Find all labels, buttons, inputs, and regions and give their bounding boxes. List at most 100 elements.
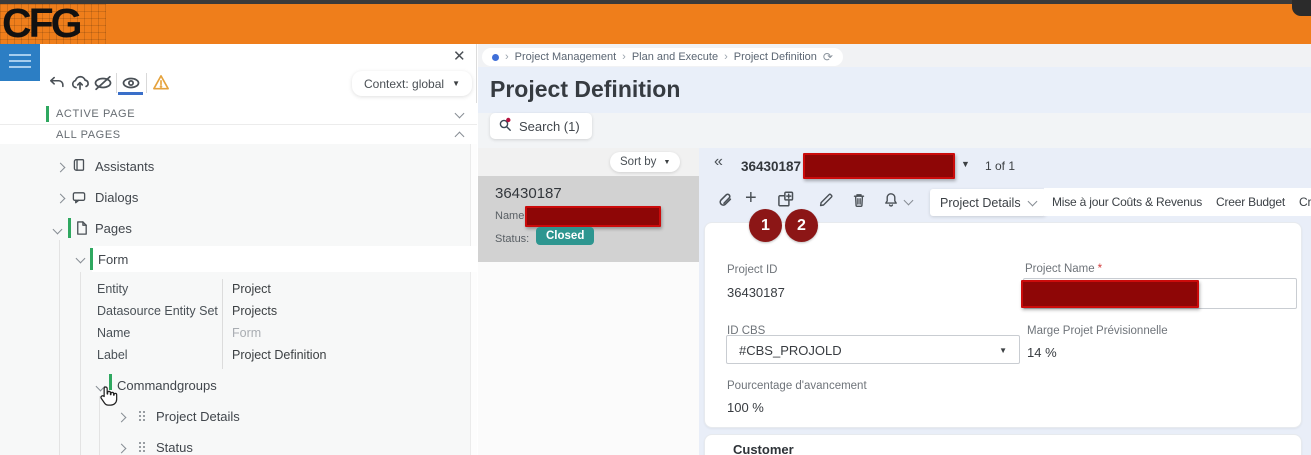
all-pages-label: ALL PAGES: [56, 129, 121, 141]
record-pager: 1 of 1: [985, 159, 1016, 173]
menu-icon: [9, 54, 31, 56]
caret-down-icon: ▼: [452, 79, 460, 88]
chevron-down-icon[interactable]: [454, 108, 465, 119]
active-page-row[interactable]: ACTIVE PAGE: [0, 103, 477, 125]
chevron-up-icon[interactable]: [454, 131, 465, 142]
home-dot-icon[interactable]: [492, 53, 499, 61]
copy-add-icon[interactable]: [777, 191, 794, 213]
attachment-icon[interactable]: [716, 192, 734, 215]
project-id-label: Project ID: [727, 264, 778, 276]
chevron-down-icon: [1027, 196, 1038, 206]
form-accent: [90, 248, 93, 270]
all-pages-row[interactable]: ALL PAGES: [0, 125, 477, 145]
close-icon[interactable]: ✕: [453, 47, 466, 65]
property-name: Datasource Entity Set: [97, 304, 218, 318]
window-corner-widget: [1292, 0, 1311, 16]
active-page-accent: [46, 106, 49, 122]
list-item-id: 36430187: [495, 185, 562, 202]
property-divider: [222, 279, 223, 369]
redaction-box: [525, 206, 661, 227]
property-value[interactable]: Project Definition: [232, 348, 327, 362]
status-badge: Closed: [536, 227, 595, 245]
eye-icon[interactable]: [121, 75, 141, 91]
collapse-panel-icon[interactable]: «: [714, 153, 723, 171]
avancement-value: 100 %: [727, 400, 764, 415]
cfg-logo: CFG: [0, 3, 106, 44]
app-header-bar: [0, 4, 1311, 44]
active-page-label: ACTIVE PAGE: [56, 108, 136, 120]
delete-icon[interactable]: [851, 192, 867, 213]
record-dropdown-icon[interactable]: ▼: [961, 159, 970, 169]
tree-guide-line: [59, 240, 60, 455]
document-icon: [74, 220, 89, 241]
action-link[interactable]: Mise à jour Coûts & Revenus: [1052, 195, 1202, 209]
context-selector[interactable]: Context: global ▼: [352, 71, 472, 96]
search-band: [478, 113, 1311, 148]
sort-by-button[interactable]: Sort by ▼: [610, 152, 681, 172]
tree-item-dialogs[interactable]: Dialogs: [95, 190, 138, 205]
search-button[interactable]: Search (1): [490, 113, 592, 139]
property-name: Entity: [97, 282, 129, 296]
avancement-label: Pourcentage d'avancement: [727, 380, 867, 392]
required-marker: *: [1097, 263, 1103, 275]
customer-section-title: Customer: [733, 442, 794, 455]
toolbar-divider: [146, 73, 147, 93]
breadcrumb-item[interactable]: Project Definition: [734, 51, 817, 63]
customer-section-card: Customer: [704, 434, 1302, 455]
tree-item-assistants[interactable]: Assistants: [95, 159, 154, 174]
tree-item-commandgroups[interactable]: Commandgroups: [117, 378, 217, 393]
property-value[interactable]: Project: [232, 282, 271, 296]
list-item-status-label: Status:: [495, 233, 530, 245]
add-icon[interactable]: +: [745, 187, 757, 210]
breadcrumb-separator: ›: [505, 51, 509, 63]
book-icon: [71, 158, 87, 178]
project-name-label: Project Name *: [1025, 263, 1103, 275]
drag-handle-icon[interactable]: [136, 409, 148, 428]
tree-scrollbar[interactable]: [470, 144, 477, 455]
action-link[interactable]: Creer Budget: [1216, 195, 1285, 209]
property-value[interactable]: Form: [232, 326, 261, 340]
id-cbs-value: #CBS_PROJOLD: [739, 343, 842, 358]
eye-off-icon[interactable]: [93, 75, 113, 91]
redaction-box: [1021, 280, 1199, 308]
refresh-icon[interactable]: ⟳: [823, 50, 833, 64]
drag-handle-icon[interactable]: [136, 440, 148, 455]
record-id: 36430187: [741, 159, 802, 174]
record-list-panel: Sort by ▼ 36430187 Name: Status: Closed: [478, 148, 699, 455]
marge-value: 14 %: [1027, 345, 1057, 360]
project-details-dropdown-button[interactable]: Project Details: [930, 189, 1046, 216]
property-value[interactable]: Projects: [232, 304, 277, 318]
search-icon: [498, 117, 514, 136]
breadcrumb-item[interactable]: Project Management: [515, 51, 617, 63]
property-name: Name: [97, 326, 131, 340]
action-link[interactable]: Cre: [1299, 195, 1311, 209]
project-details-label: Project Details: [940, 195, 1021, 210]
tree-guide-line: [80, 272, 81, 455]
id-cbs-combobox[interactable]: #CBS_PROJOLD ▼: [726, 335, 1020, 364]
tree-item-status[interactable]: Status: [156, 440, 193, 455]
list-item-name-label: Name:: [495, 210, 528, 222]
page-title: Project Definition: [490, 76, 681, 102]
breadcrumb-separator: ›: [622, 51, 626, 63]
speech-bubble-icon: [71, 190, 87, 210]
undo-icon[interactable]: [48, 74, 66, 92]
menu-button[interactable]: [0, 44, 40, 81]
breadcrumb-item[interactable]: Plan and Execute: [632, 51, 718, 63]
edit-icon[interactable]: [818, 192, 834, 213]
hand-cursor-icon: [97, 384, 119, 414]
project-form-card: Project ID 36430187 Project Name * ID CBS…: [704, 222, 1302, 428]
cloud-upload-icon[interactable]: [70, 73, 90, 92]
list-item-selected[interactable]: 36430187 Name: Status: Closed: [478, 176, 699, 262]
notification-bell-icon[interactable]: [883, 192, 899, 213]
tree-item-form-row[interactable]: [92, 246, 477, 272]
tree-item-project-details[interactable]: Project Details: [156, 409, 240, 424]
search-button-label: Search (1): [519, 118, 580, 134]
warning-icon[interactable]: [151, 73, 171, 92]
sort-by-label: Sort by: [620, 156, 657, 168]
annotation-badge-1: 1: [749, 209, 782, 242]
combobox-caret-icon: ▼: [999, 346, 1007, 355]
redaction-box: [803, 153, 955, 179]
tree-item-form[interactable]: Form: [98, 252, 128, 267]
tree-item-pages[interactable]: Pages: [95, 221, 132, 236]
caret-down-icon: ▼: [663, 158, 671, 166]
